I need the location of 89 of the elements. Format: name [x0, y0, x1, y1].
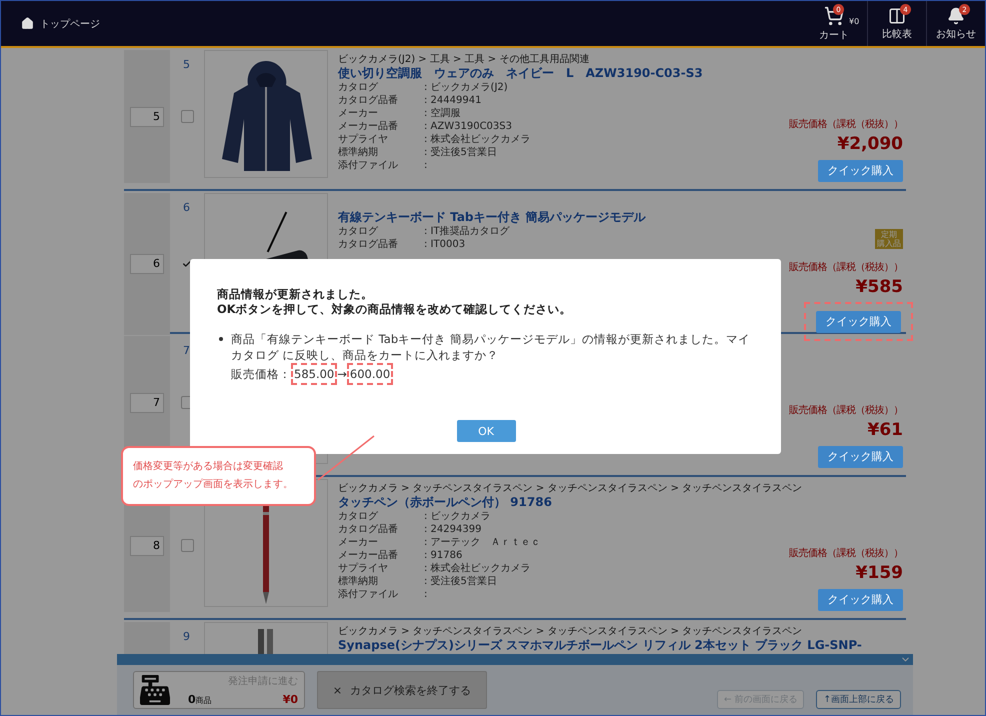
detail-value: : 24449941	[424, 94, 482, 107]
close-icon: ×	[332, 684, 342, 696]
detail-label: カタログ	[338, 225, 379, 238]
price: ¥2,090	[837, 134, 903, 154]
back-to-top-button[interactable]: ↑画面上部に戻る	[816, 690, 901, 708]
callout-text: 価格変更等がある場合は変更確認	[133, 460, 284, 474]
item-number[interactable]: 6	[183, 201, 190, 214]
quantity-field[interactable]: 5	[130, 106, 164, 126]
quantity-field[interactable]: 6	[130, 254, 164, 274]
home-icon	[21, 17, 34, 30]
price: ¥585	[856, 277, 903, 297]
cart-amount: ¥0	[849, 17, 860, 26]
quantity-field[interactable]: 7	[130, 392, 164, 412]
price-label: 販売価格：	[231, 366, 291, 382]
arrow: →	[337, 366, 347, 382]
detail-label: メーカー	[338, 107, 379, 120]
checkbox[interactable]	[180, 110, 194, 123]
home-link[interactable]: トップページ	[21, 16, 100, 30]
price: ¥159	[856, 563, 903, 583]
breadcrumb: ビックカメラ > タッチペンスタイラスペン > タッチペンスタイラスペン > タッチペンスタイラスペン	[338, 626, 802, 638]
price-label: 販売価格（課税（税抜））	[789, 260, 903, 274]
price: ¥61	[868, 420, 903, 440]
detail-label: カタログ	[338, 510, 379, 523]
check-icon	[182, 258, 192, 269]
quick-buy-button[interactable]: クイック購入	[816, 310, 901, 332]
detail-value: : 株式会社ビックカメラ	[424, 133, 531, 146]
product-title[interactable]: タッチペン（赤ボールペン付） 91786	[338, 495, 552, 510]
quantity-field[interactable]: 8	[130, 536, 164, 556]
item-number[interactable]: 7	[183, 344, 190, 357]
bell-icon	[947, 6, 965, 24]
item-number[interactable]: 9	[183, 630, 190, 643]
quick-buy-button[interactable]: クイック購入	[818, 446, 903, 468]
breadcrumb: ビックカメラ > タッチペンスタイラスペン > タッチペンスタイラスペン > タッチペンスタイラスペン	[338, 483, 802, 495]
detail-value: : 受注後5営業日	[424, 575, 497, 588]
detail-value: : 24294399	[424, 523, 482, 536]
checkbox[interactable]	[180, 539, 194, 552]
cart-icon	[824, 6, 844, 26]
dialog-message: OKボタンを押して、対象の商品情報を改めて確認してください。	[217, 302, 573, 317]
ok-button[interactable]: OK	[456, 420, 516, 442]
product-title[interactable]: Synapse(シナプス)シリーズ スマホマルチボールペン リフィル 2本セット ブラック LG-SNP-	[338, 638, 862, 653]
quick-buy-button[interactable]: クイック購入	[818, 588, 903, 610]
product-title[interactable]: 有線テンキーボード Tabキー付き 簡易パッケージモデル	[338, 210, 646, 225]
detail-value: : AZW3190C03S3	[424, 120, 512, 133]
callout-text: のポップアップ画面を表示します。	[133, 478, 293, 492]
total-amount: ¥0	[282, 692, 298, 706]
item-unit: 商品	[196, 694, 212, 706]
cash-register-icon	[140, 675, 170, 705]
breadcrumb: ビックカメラ(J2) > 工具 > 工具 > その他工具用品関連	[338, 54, 590, 66]
end-search-button[interactable]: × カタログ検索を終了する	[317, 671, 487, 709]
update-message: 商品「有線テンキーボード Tabキー付き 簡易パッケージモデル」の情報が更新されました。マイカタログ に反映し、商品をカートに入れますか？	[231, 331, 751, 363]
detail-value: : IT推奨品カタログ	[424, 225, 510, 238]
new-price: 600.00	[346, 363, 394, 385]
detail-label: サプライヤ	[338, 133, 389, 146]
detail-value: : ビックカメラ	[424, 510, 491, 523]
price-label: 販売価格（課税（税抜））	[789, 118, 903, 131]
end-search-label: カタログ検索を終了する	[350, 682, 472, 698]
detail-label: カタログ品番	[338, 94, 399, 107]
detail-label: カタログ品番	[338, 523, 399, 536]
detail-value: : 受注後5営業日	[424, 146, 497, 159]
detail-label: メーカー品番	[338, 120, 399, 133]
detail-value: : 空調服	[424, 107, 461, 120]
detail-label: メーカー品番	[338, 549, 399, 562]
detail-value: : アーテック Ａｒｔｅｃ	[424, 536, 541, 549]
detail-value: : IT0003	[424, 238, 466, 251]
bullet-icon	[219, 337, 223, 341]
detail-value: :	[424, 159, 428, 172]
price-label: 販売価格（課税（税抜））	[789, 404, 903, 417]
quick-buy-button[interactable]: クイック購入	[818, 160, 903, 182]
detail-label: 標準納期	[338, 575, 379, 588]
badge-text: 定期	[881, 230, 897, 239]
detail-label: 標準納期	[338, 146, 379, 159]
dialog-message: 商品情報が更新されました。	[217, 287, 374, 302]
price-label: 販売価格（課税（税抜））	[789, 546, 903, 560]
detail-label: メーカー	[338, 536, 379, 549]
detail-label: カタログ品番	[338, 238, 399, 251]
detail-value: : ビックカメラ(J2)	[424, 81, 508, 94]
detail-label: 添付ファイル	[338, 159, 399, 172]
old-price: 585.00	[291, 363, 338, 385]
badge-text: 購入品	[877, 239, 901, 248]
detail-value: : 91786	[424, 549, 462, 562]
detail-value: :	[424, 588, 428, 601]
detail-label: カタログ	[338, 81, 379, 94]
item-number[interactable]: 5	[183, 58, 190, 71]
detail-value: : 株式会社ビックカメラ	[424, 562, 531, 575]
detail-label: サプライヤ	[338, 562, 389, 575]
compare-icon	[888, 6, 906, 24]
product-title[interactable]: 使い切り空調服 ウェアのみ ネイビー L AZW3190-C03-S3	[338, 66, 703, 81]
detail-label: 添付ファイル	[338, 588, 399, 601]
item-count: 0	[188, 692, 196, 706]
